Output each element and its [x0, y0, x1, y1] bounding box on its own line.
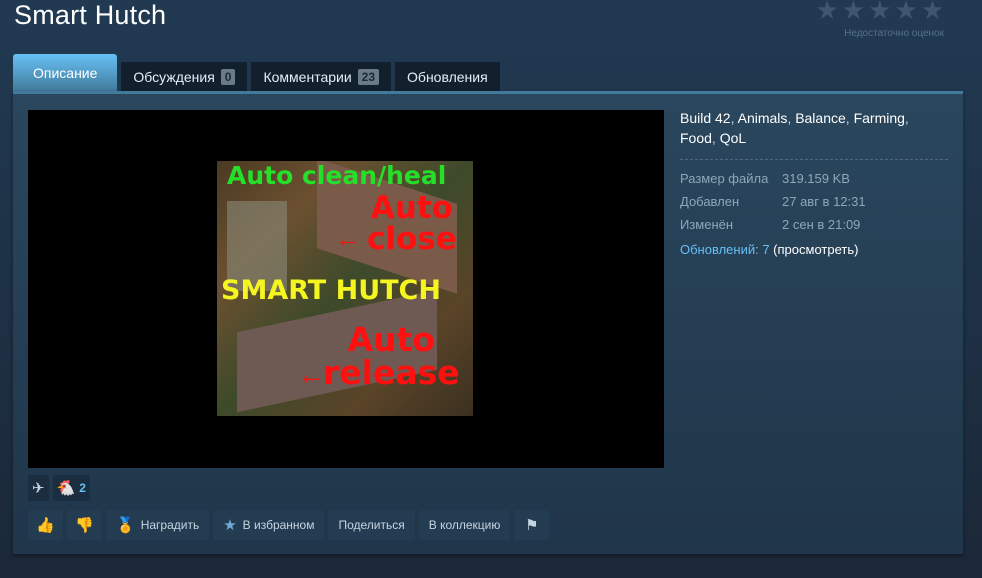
preview-text-smart-hutch: SMART HUTCH [221, 275, 441, 306]
tag-separator: , [904, 110, 909, 126]
tab-count-badge: 23 [357, 68, 380, 85]
share-button-label: Поделиться [338, 518, 405, 532]
stat-value: 2 сен в 21:09 [782, 217, 861, 232]
thumbs-down-icon: 👎 [75, 516, 94, 534]
favorite-button-label: В избранном [242, 518, 315, 532]
tab-discussions[interactable]: Обсуждения 0 [121, 62, 248, 91]
award-button[interactable]: 🏅 Наградить [106, 510, 210, 540]
divider [680, 159, 948, 160]
collection-button-label: В коллекцию [428, 518, 501, 532]
add-to-collection-button[interactable]: В коллекцию [418, 510, 511, 540]
tag-link[interactable]: QoL [720, 130, 746, 146]
tag-link[interactable]: Build 42 [680, 110, 731, 126]
view-updates-link[interactable]: (просмотреть) [773, 242, 858, 257]
vote-up-button[interactable]: 👍 [28, 510, 63, 540]
stat-value: 319.159 KB [782, 171, 850, 186]
tab-description[interactable]: Описание [13, 54, 118, 91]
share-button[interactable]: Поделиться [328, 510, 415, 540]
preview-text-line: Auto [347, 320, 436, 359]
preview-text-line: close [367, 221, 457, 257]
flag-icon: ⚑ [525, 516, 539, 534]
stat-value: 27 авг в 12:31 [782, 194, 866, 209]
rating-stars: ★ ★ ★ ★ ★ [815, 0, 944, 26]
award-badge[interactable]: ✈ [28, 475, 49, 501]
star-icon: ★ [223, 516, 237, 534]
stat-label: Изменён [680, 217, 734, 232]
star-icon: ★ [894, 0, 918, 26]
tag-link[interactable]: Food [680, 130, 712, 146]
tag-link[interactable]: Balance [795, 110, 846, 126]
tag-link[interactable]: Farming [854, 110, 905, 126]
tag-separator: , [845, 110, 850, 126]
stat-label: Добавлен [680, 194, 740, 209]
preview-image-container[interactable]: Auto clean/heal Auto close ← SMART HUTCH… [28, 110, 664, 468]
star-icon: ★ [841, 0, 866, 26]
description-panel: Auto clean/heal Auto close ← SMART HUTCH… [13, 91, 963, 554]
tab-label: Описание [33, 64, 98, 81]
stat-row-added: Добавлен 27 авг в 12:31 [680, 194, 866, 217]
arrow-left-icon: ← [335, 223, 361, 253]
tag-separator: , [711, 130, 716, 146]
preview-text-line: release [323, 353, 460, 392]
star-icon: ★ [868, 0, 892, 26]
award-list: ✈ 🐔 2 [28, 475, 90, 501]
rating-widget: ★ ★ ★ ★ ★ Недостаточно оценок [815, 0, 944, 39]
tab-label: Обновления [407, 68, 488, 85]
thumbs-up-icon: 👍 [36, 516, 55, 534]
file-stats: Размер файла 319.159 KB Добавлен 27 авг … [680, 171, 866, 240]
tab-label: Обсуждения [133, 68, 215, 85]
preview-text-line: Auto [370, 190, 453, 226]
page-title: Smart Hutch [14, 0, 167, 30]
medal-icon: 🏅 [116, 516, 135, 534]
preview-text-auto-close: Auto close [367, 193, 457, 255]
chicken-award-icon: 🐔 [56, 479, 76, 497]
tag-separator: , [730, 110, 735, 126]
tag-link[interactable]: Animals [738, 110, 788, 126]
report-button[interactable]: ⚑ [514, 510, 550, 540]
favorite-button[interactable]: ★ В избранном [213, 510, 325, 540]
award-button-label: Наградить [140, 518, 200, 532]
stat-row-updated: Изменён 2 сен в 21:09 [680, 217, 866, 240]
tab-comments[interactable]: Комментарии 23 [251, 62, 392, 91]
tab-updates[interactable]: Обновления [395, 62, 500, 91]
preview-image: Auto clean/heal Auto close ← SMART HUTCH… [217, 161, 473, 416]
stat-label: Размер файла [680, 171, 769, 186]
stat-row-size: Размер файла 319.159 KB [680, 171, 866, 194]
tag-list: Build 42, Animals, Balance, Farming, Foo… [680, 108, 950, 148]
updates-row: Обновлений: 7 (просмотреть) [680, 242, 858, 257]
winged-award-icon: ✈ [32, 479, 45, 497]
preview-text-auto-release: Auto release [323, 323, 460, 389]
preview-text-clean-heal: Auto clean/heal [227, 161, 447, 190]
tab-label: Комментарии [263, 68, 352, 85]
tab-count-badge: 0 [220, 68, 236, 85]
updates-count-link[interactable]: Обновлений: 7 [680, 242, 770, 257]
arrow-left-icon: ← [297, 359, 325, 390]
star-icon: ★ [920, 0, 944, 26]
tab-bar: Описание Обсуждения 0 Комментарии 23 Обн… [13, 54, 500, 91]
award-badge[interactable]: 🐔 2 [52, 475, 90, 501]
tag-separator: , [787, 110, 792, 126]
star-icon: ★ [815, 0, 839, 26]
vote-down-button[interactable]: 👎 [67, 510, 102, 540]
action-bar: 👍 👎 🏅 Наградить ★ В избранном Поделиться… [28, 510, 550, 540]
award-count: 2 [79, 481, 86, 495]
rating-text: Недостаточно оценок [844, 28, 944, 39]
